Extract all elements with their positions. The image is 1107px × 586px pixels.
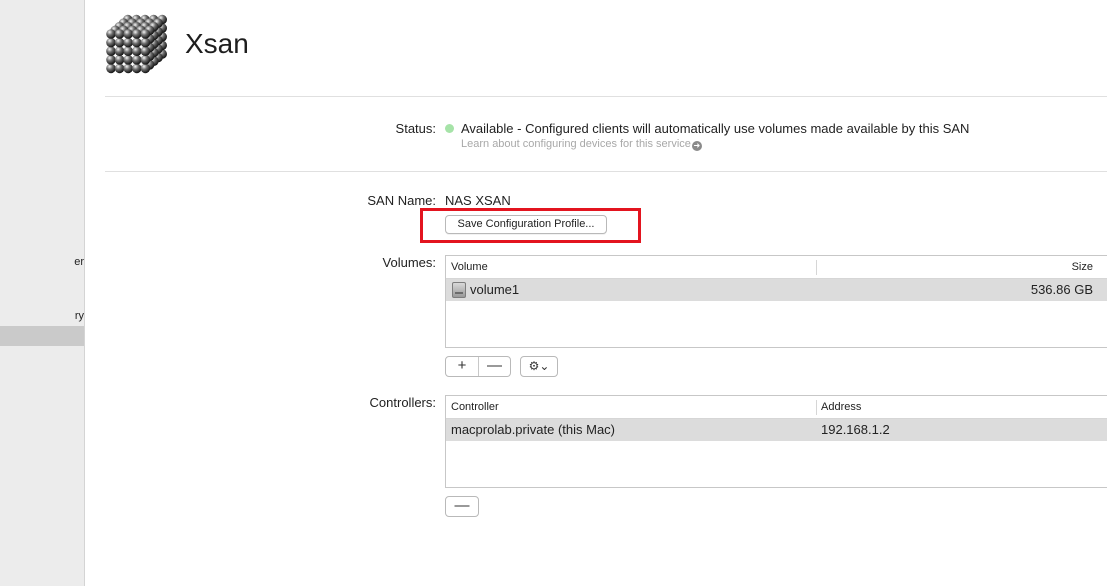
learn-more-link[interactable]: Learn about configuring devices for this… (461, 138, 702, 151)
column-divider (816, 260, 817, 275)
san-name-label: SAN Name: (367, 193, 436, 208)
sphere (132, 46, 142, 56)
controller-address: 192.168.1.2 (821, 422, 890, 437)
sphere (140, 29, 151, 39)
volumes-label: Volumes: (382, 255, 436, 270)
page-title: Xsan (185, 28, 249, 59)
disk-volume-icon (452, 282, 466, 298)
arrow-right-circle-icon: ➜ (691, 141, 702, 151)
learn-more-link-text: Learn about configuring devices for this… (461, 138, 691, 150)
column-header-controller[interactable]: Controller (451, 396, 499, 419)
sidebar-item-label: er (74, 256, 84, 268)
volumes-table: Volume Size volume1 536.86 GB (445, 255, 1107, 348)
sidebar-item-directory[interactable]: ry (0, 306, 84, 326)
sphere (114, 37, 125, 48)
controller-name: macprolab.private (this Mac) (451, 422, 615, 437)
sphere (123, 29, 133, 39)
volume-add-remove-control: + — (445, 356, 511, 377)
volume-name: volume1 (470, 282, 520, 297)
sphere (106, 29, 116, 39)
sphere (140, 37, 151, 48)
sphere (106, 63, 116, 74)
cube-of-spheres-icon (106, 14, 167, 74)
sphere (123, 63, 133, 74)
sidebar: er ry (0, 0, 85, 586)
sphere (123, 46, 133, 56)
sphere (114, 63, 125, 74)
divider (105, 171, 1107, 172)
column-header-volume[interactable]: Volume (451, 256, 488, 279)
sphere (123, 37, 133, 48)
controller-remove-control: — (445, 496, 479, 517)
sphere (123, 55, 133, 65)
column-header-address[interactable]: Address (821, 396, 861, 419)
sidebar-item-xsan[interactable] (0, 326, 84, 346)
sphere (132, 63, 142, 74)
table-row[interactable]: volume1 536.86 GB (446, 279, 1107, 301)
sphere (114, 55, 125, 65)
sidebar-item-label: ry (74, 310, 84, 322)
controllers-table: Controller Address macprolab.private (th… (445, 395, 1107, 488)
status-indicator (445, 124, 454, 133)
remove-controller-button[interactable]: — (446, 497, 478, 516)
divider (105, 96, 1107, 97)
sphere (132, 29, 142, 39)
remove-volume-button[interactable]: — (478, 357, 510, 376)
table-row[interactable]: macprolab.private (this Mac) 192.168.1.2 (446, 419, 1107, 441)
column-header-size[interactable]: Size (1072, 256, 1093, 279)
column-divider (816, 400, 817, 415)
status-text: Available - Configured clients will auto… (461, 121, 970, 136)
add-volume-button[interactable]: + (446, 357, 478, 376)
save-configuration-profile-button[interactable]: Save Configuration Profile... (445, 215, 607, 234)
sidebar-item-server[interactable]: er (0, 252, 84, 272)
san-name-value: NAS XSAN (445, 193, 511, 208)
table-header: Volume Size (446, 256, 1107, 279)
controllers-label: Controllers: (369, 395, 436, 410)
sphere (132, 37, 142, 48)
sphere (140, 55, 151, 65)
sphere (140, 46, 151, 56)
sphere (106, 55, 116, 65)
status-label: Status: (395, 121, 436, 136)
sphere (106, 37, 116, 48)
sphere (114, 46, 125, 56)
sphere (106, 46, 116, 56)
sphere (140, 63, 151, 74)
table-header: Controller Address (446, 396, 1107, 419)
volume-size: 536.86 GB (1030, 282, 1093, 297)
sphere (114, 29, 125, 39)
volume-actions-gear-button[interactable]: ⚙⌄ (520, 356, 558, 377)
sphere (132, 55, 142, 65)
